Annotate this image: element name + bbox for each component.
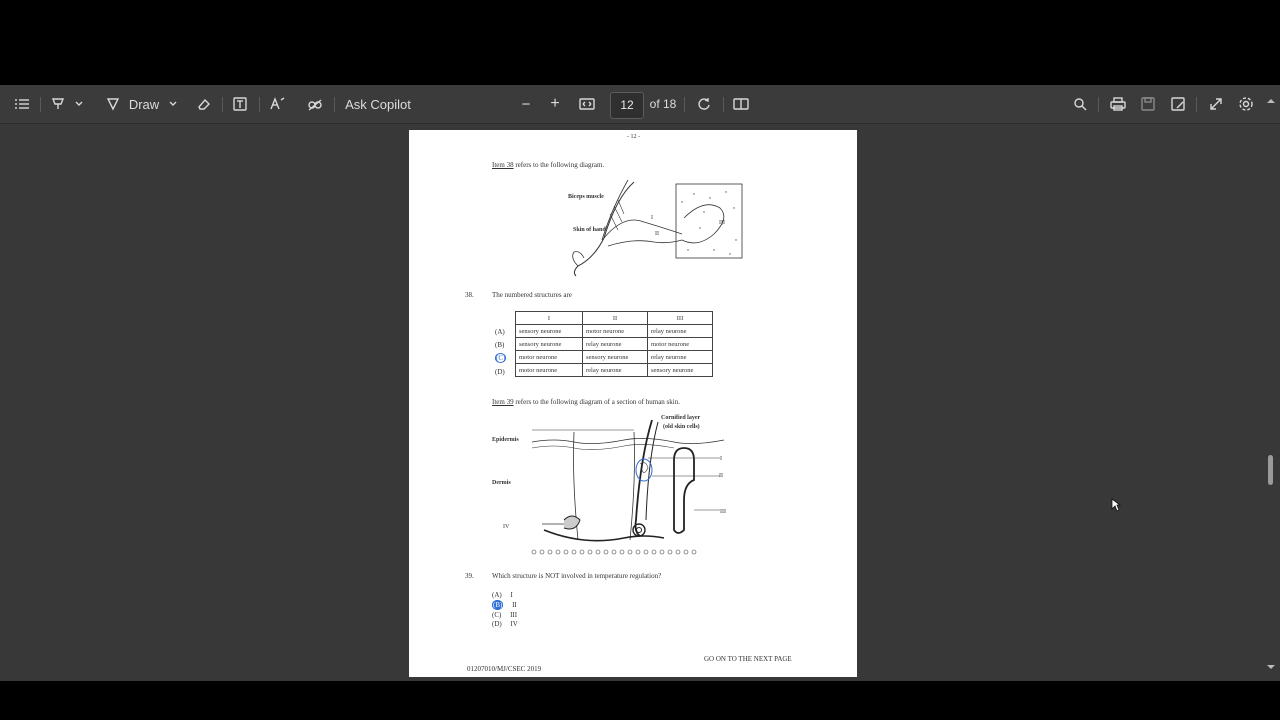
label-dermis: Dermis [492, 480, 511, 486]
search-icon[interactable] [1070, 92, 1090, 116]
item38-ref: Item 38 [492, 161, 514, 169]
settings-icon[interactable] [1236, 92, 1256, 116]
table-cell: motor neurone [515, 350, 583, 364]
table-cell: motor neurone [515, 363, 583, 377]
zoom-out-button[interactable]: − [516, 92, 536, 116]
q39-number: 39. [465, 572, 474, 580]
table-cell: relay neurone [582, 363, 648, 377]
q39-option: (D) IV [492, 620, 518, 628]
q38-text: The numbered structures are [492, 291, 572, 299]
table-row: sensory neurone relay neurone motor neur… [515, 337, 713, 351]
label-cornified: Cornified layer [661, 415, 701, 421]
item38-intro: Item 38 refers to the following diagram. [492, 161, 604, 169]
table-cell: motor neurone [647, 337, 713, 351]
q39-option: (C) III [492, 611, 518, 619]
page-number-input[interactable]: 12 [610, 92, 644, 119]
save-icon[interactable] [1138, 92, 1158, 116]
label-biceps: Biceps muscle [568, 194, 604, 200]
label-skin: Skin of hand [573, 227, 606, 233]
q38-option-letter: (B) [495, 341, 505, 349]
table-cell: relay neurone [647, 350, 713, 364]
table-row: motor neurone sensory neurone relay neur… [515, 350, 713, 364]
label-cornified-sub: (old skin cells) [663, 424, 700, 430]
table-header: III [647, 311, 713, 325]
footer-code: 01207010/MJ/CSEC 2019 [467, 665, 542, 673]
table-cell: sensory neurone [515, 337, 583, 351]
q39-option-selected: (B) II [492, 600, 517, 610]
chevron-down-icon[interactable] [166, 92, 180, 116]
page-total: of 18 [649, 97, 677, 111]
label-i: I [720, 456, 722, 462]
pdf-page: - 12 - Item 38 refers to the following d… [409, 130, 857, 677]
toolbar: Draw Ask Copilot − + 12 of 18 [0, 85, 1280, 124]
item39-ref-rest: refers to the following diagram of a sec… [515, 398, 680, 406]
separator [723, 97, 724, 112]
q38-table: I II III sensory neurone motor neurone r… [515, 311, 713, 377]
page-marker: - 12 - [627, 134, 640, 140]
separator [222, 97, 223, 112]
label-ii: II [655, 231, 659, 237]
translate-icon[interactable] [306, 92, 324, 116]
read-aloud-icon[interactable] [269, 92, 287, 116]
mouse-cursor-icon [1111, 498, 1121, 512]
item39-intro: Item 39 refers to the following diagram … [492, 398, 680, 406]
table-cell: sensory neurone [582, 350, 648, 364]
table-header: II [582, 311, 648, 325]
page-view-icon[interactable] [731, 92, 751, 116]
table-cell: relay neurone [582, 337, 648, 351]
separator [259, 97, 260, 112]
label-iv: IV [503, 524, 510, 530]
separator [334, 97, 335, 112]
q39-text: Which structure is NOT involved in tempe… [492, 572, 662, 580]
item38-ref-rest: refers to the following diagram. [515, 161, 605, 169]
contents-icon[interactable] [12, 92, 32, 116]
table-cell: relay neurone [647, 324, 713, 338]
rotate-icon[interactable] [694, 92, 714, 116]
skin-section-diagram [531, 420, 725, 555]
item39-ref: Item 39 [492, 398, 514, 406]
pdf-viewer: Draw Ask Copilot − + 12 of 18 - 12 - Ite… [0, 85, 1280, 681]
draw-button[interactable]: Draw [128, 92, 160, 116]
print-icon[interactable] [1108, 92, 1128, 116]
footer-next-page: GO ON TO THE NEXT PAGE [704, 655, 792, 663]
scrollbar-thumb[interactable] [1268, 455, 1273, 485]
text-box-icon[interactable] [231, 92, 249, 116]
separator [40, 97, 41, 112]
table-header: I [515, 311, 583, 325]
q38-option-letter: (D) [495, 368, 505, 376]
q39-option: (A) I [492, 591, 513, 599]
save-as-icon[interactable] [1168, 92, 1188, 116]
separator [1098, 97, 1099, 112]
eraser-icon[interactable] [194, 92, 212, 116]
label-iii: III [720, 509, 726, 515]
label-iii: III [719, 220, 725, 226]
scrollbar[interactable] [1266, 97, 1275, 675]
q38-number: 38. [465, 291, 474, 299]
table-row: motor neurone relay neurone sensory neur… [515, 363, 713, 377]
label-ii: II [719, 473, 723, 479]
chevron-down-icon[interactable] [72, 92, 86, 116]
label-epidermis: Epidermis [492, 437, 519, 443]
separator [1196, 97, 1197, 112]
table-row: sensory neurone motor neurone relay neur… [515, 324, 713, 338]
label-i: I [651, 215, 653, 221]
table-cell: motor neurone [582, 324, 648, 338]
q38-option-letter-selected: (C) [495, 353, 507, 363]
q38-option-letter: (A) [495, 328, 505, 336]
ask-copilot-button[interactable]: Ask Copilot [343, 92, 413, 116]
draw-icon[interactable] [104, 92, 122, 116]
table-cell: sensory neurone [647, 363, 713, 377]
separator [684, 97, 685, 112]
fullscreen-icon[interactable] [1206, 92, 1226, 116]
highlight-icon[interactable] [49, 92, 67, 116]
fit-page-icon[interactable] [577, 92, 597, 116]
table-cell: sensory neurone [515, 324, 583, 338]
zoom-in-button[interactable]: + [545, 92, 565, 116]
